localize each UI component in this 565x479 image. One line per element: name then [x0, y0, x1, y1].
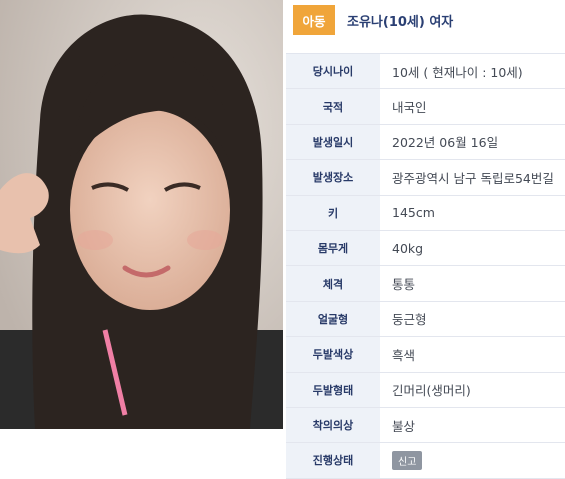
detail-value: 긴머리(생머리): [392, 383, 471, 399]
detail-label: 키: [286, 195, 380, 230]
detail-value: 2022년 06월 16일: [392, 135, 499, 151]
detail-label: 두발색상: [286, 337, 380, 372]
detail-label: 발생일시: [286, 124, 380, 160]
detail-row-status: 진행상태 신고: [286, 443, 565, 479]
detail-row-hair-style: 두발형태 긴머리(생머리): [286, 372, 565, 408]
detail-row-weight: 몸무게 40kg: [286, 230, 565, 267]
missing-person-photo: [0, 0, 283, 429]
info-header: 아동 조유나(10세) 여자: [283, 0, 565, 40]
detail-label: 체격: [286, 266, 380, 301]
detail-row-build: 체격 통통: [286, 266, 565, 302]
missing-person-info-panel: 아동 조유나(10세) 여자 당시나이 10세 ( 현재나이 : 10세) 국적…: [283, 0, 565, 479]
detail-value: 통통: [392, 277, 416, 293]
detail-row-height: 키 145cm: [286, 195, 565, 231]
detail-row-face-shape: 얼굴형 둥근형: [286, 301, 565, 338]
detail-value: 내국인: [392, 100, 427, 116]
detail-value: 145cm: [392, 205, 435, 221]
detail-label: 당시나이: [286, 54, 380, 89]
detail-row-location: 발생장소 광주광역시 남구 독립로54번길: [286, 160, 565, 196]
detail-row-hair-color: 두발색상 흑색: [286, 337, 565, 373]
detail-value: 40kg: [392, 240, 424, 256]
status-badge: 신고: [392, 450, 423, 470]
detail-row-clothing: 착의의상 불상: [286, 407, 565, 444]
detail-row-date: 발생일시 2022년 06월 16일: [286, 124, 565, 161]
category-badge: 아동: [293, 5, 335, 35]
detail-label: 얼굴형: [286, 301, 380, 337]
detail-value: 10세 ( 현재나이 : 10세): [392, 64, 523, 80]
person-name-title: 조유나(10세) 여자: [347, 14, 454, 30]
detail-row-age: 당시나이 10세 ( 현재나이 : 10세): [286, 54, 565, 90]
detail-label: 발생장소: [286, 160, 380, 195]
detail-value: 광주광역시 남구 독립로54번길: [392, 170, 554, 186]
detail-value: 둥근형: [392, 312, 427, 328]
detail-row-nationality: 국적 내국인: [286, 89, 565, 125]
details-table: 당시나이 10세 ( 현재나이 : 10세) 국적 내국인 발생일시 2022년…: [286, 53, 565, 479]
detail-label: 착의의상: [286, 407, 380, 443]
detail-label: 두발형태: [286, 372, 380, 407]
detail-value: 흑색: [392, 347, 416, 363]
detail-label: 국적: [286, 89, 380, 124]
detail-label: 진행상태: [286, 443, 380, 478]
detail-label: 몸무게: [286, 230, 380, 266]
detail-value: 불상: [392, 418, 416, 434]
detail-value: 신고: [380, 443, 565, 477]
